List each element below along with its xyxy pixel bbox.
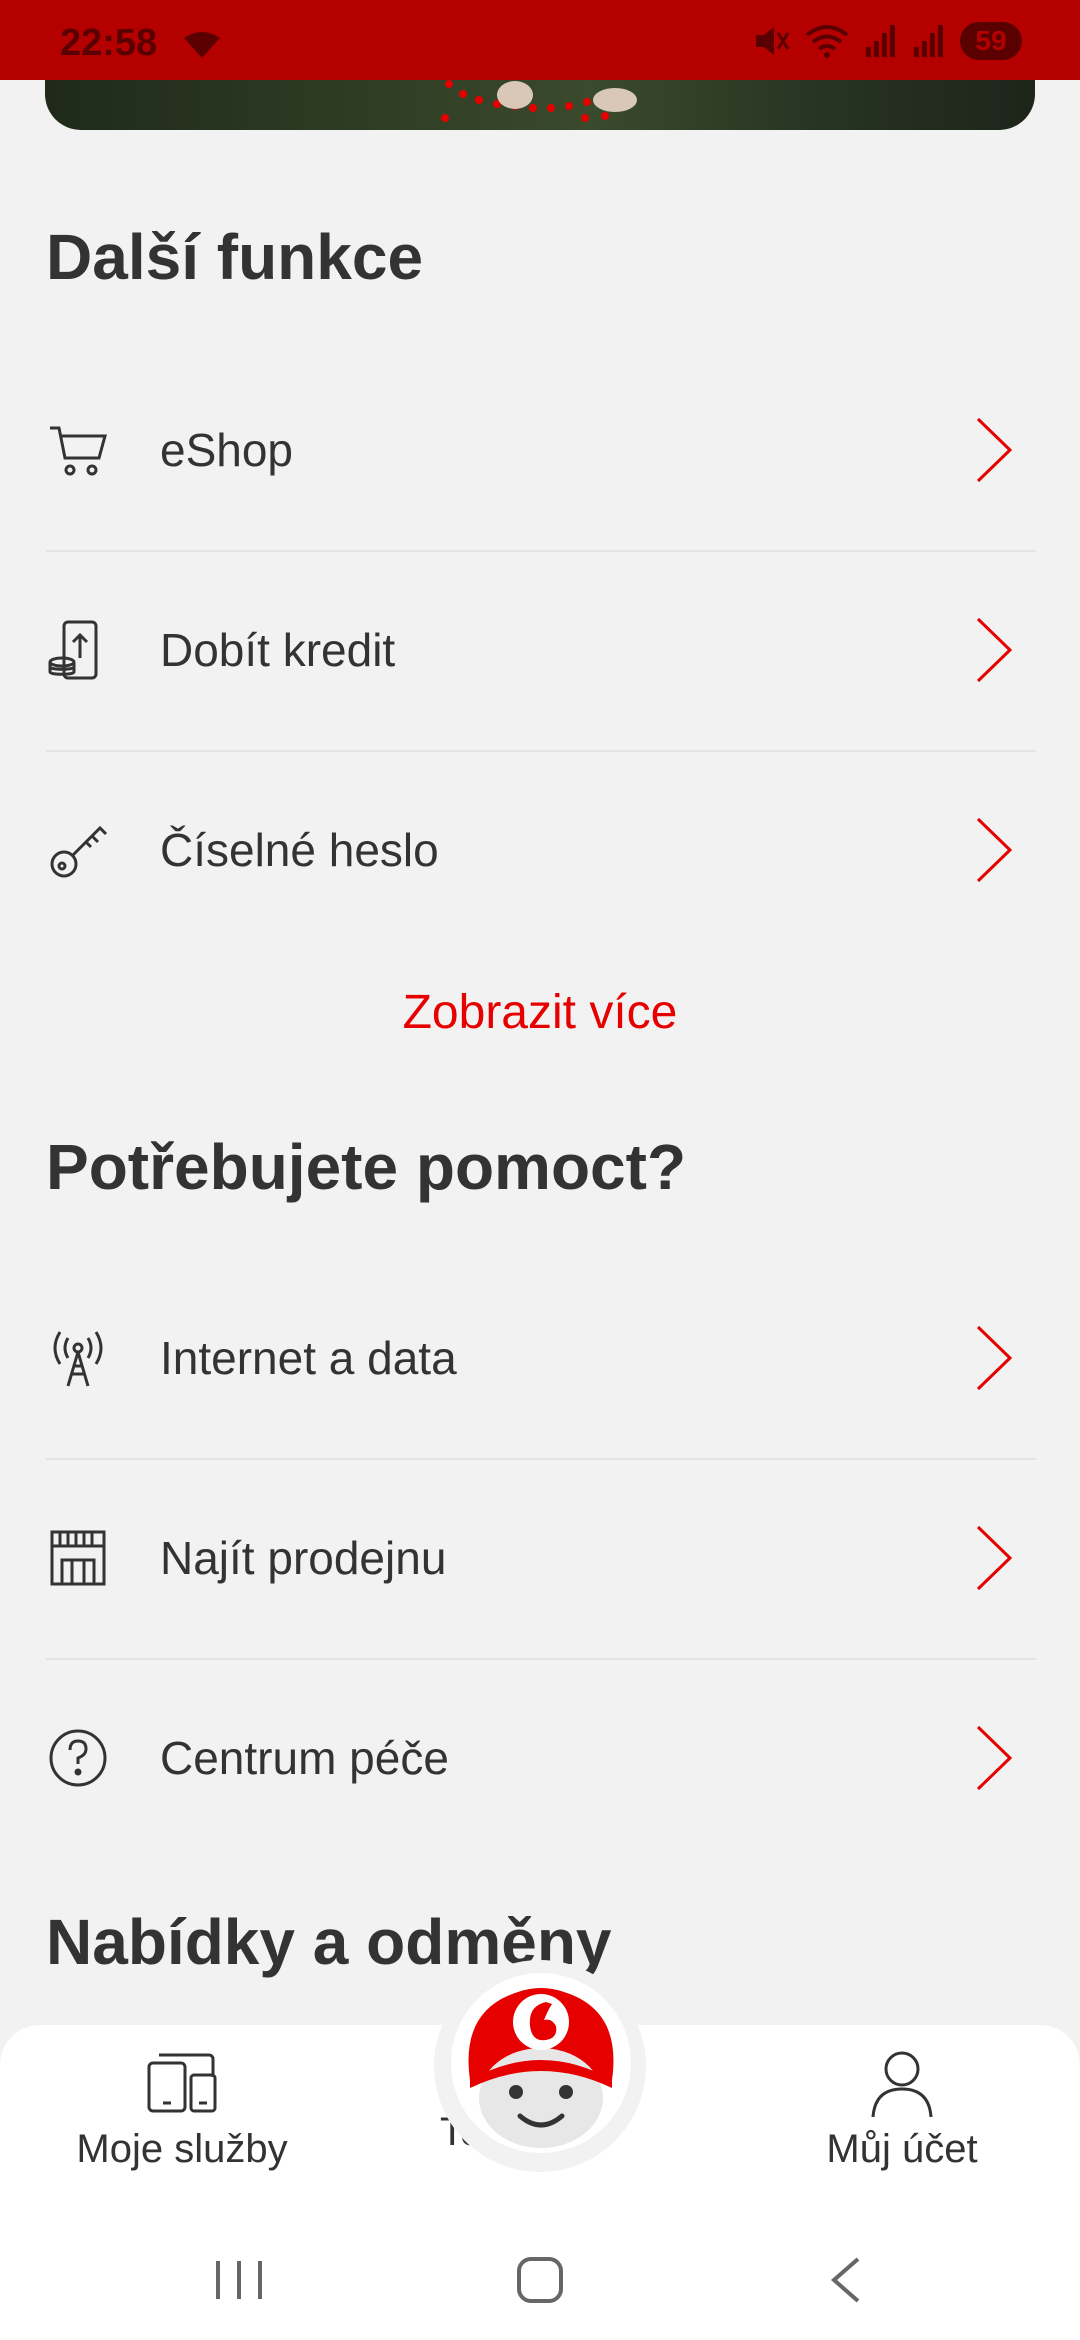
list-item-top-up[interactable]: Dobít kredit	[46, 550, 1036, 752]
store-icon	[46, 1526, 110, 1590]
status-time: 22:58	[60, 22, 158, 64]
list-item-numeric-password[interactable]: Číselné heslo	[46, 750, 1036, 950]
nav-my-account[interactable]: Můj účet	[752, 2025, 1052, 2215]
list-item-label: Internet a data	[160, 1332, 457, 1384]
cell-signal-2-icon	[914, 25, 943, 57]
user-icon	[752, 2049, 1052, 2123]
chevron-right-icon	[974, 815, 1014, 885]
help-circle-icon	[46, 1726, 110, 1790]
nav-label: Moje služby	[76, 2127, 288, 2171]
wifi-signal-icon	[805, 25, 849, 58]
chevron-right-icon	[974, 1523, 1014, 1593]
list-item-care-center[interactable]: Centrum péče	[46, 1658, 1036, 1858]
chevron-right-icon	[974, 415, 1014, 485]
nav-label: Můj účet	[826, 2127, 978, 2171]
mute-icon	[756, 27, 790, 55]
section-title-need-help: Potřebujete pomoct?	[46, 1131, 687, 1203]
mascot-icon	[451, 1973, 631, 2153]
nav-my-services[interactable]: Moje služby	[32, 2025, 332, 2215]
cart-icon	[46, 418, 110, 482]
list-item-label: Dobít kredit	[160, 624, 396, 676]
section-title-more-features: Další funkce	[46, 221, 424, 293]
status-icons: 59	[752, 22, 1022, 60]
antenna-icon	[46, 1326, 110, 1390]
show-more-link[interactable]: Zobrazit více	[0, 985, 1080, 1040]
home-icon[interactable]	[515, 2255, 565, 2305]
battery-indicator: 59	[960, 22, 1022, 60]
list-item-eshop[interactable]: eShop	[46, 350, 1036, 552]
tobi-assistant-button[interactable]	[448, 1970, 634, 2156]
status-bar: 22:58 59	[0, 0, 1080, 80]
devices-icon	[32, 2049, 332, 2123]
phone-topup-icon	[46, 618, 110, 682]
back-icon[interactable]	[826, 2255, 866, 2305]
list-item-find-store[interactable]: Najít prodejnu	[46, 1458, 1036, 1660]
key-icon	[46, 818, 110, 882]
list-item-internet-data[interactable]: Internet a data	[46, 1258, 1036, 1460]
recent-apps-icon[interactable]	[212, 2255, 266, 2305]
chevron-right-icon	[974, 1323, 1014, 1393]
wifi-icon	[184, 32, 220, 58]
system-navigation-bar	[0, 2215, 1080, 2340]
cell-signal-icon	[866, 25, 895, 57]
list-item-label: Najít prodejnu	[160, 1532, 447, 1584]
list-item-label: Číselné heslo	[160, 824, 439, 876]
chevron-right-icon	[974, 615, 1014, 685]
list-item-label: eShop	[160, 424, 294, 476]
list-item-label: Centrum péče	[160, 1732, 449, 1784]
chevron-right-icon	[974, 1723, 1014, 1793]
